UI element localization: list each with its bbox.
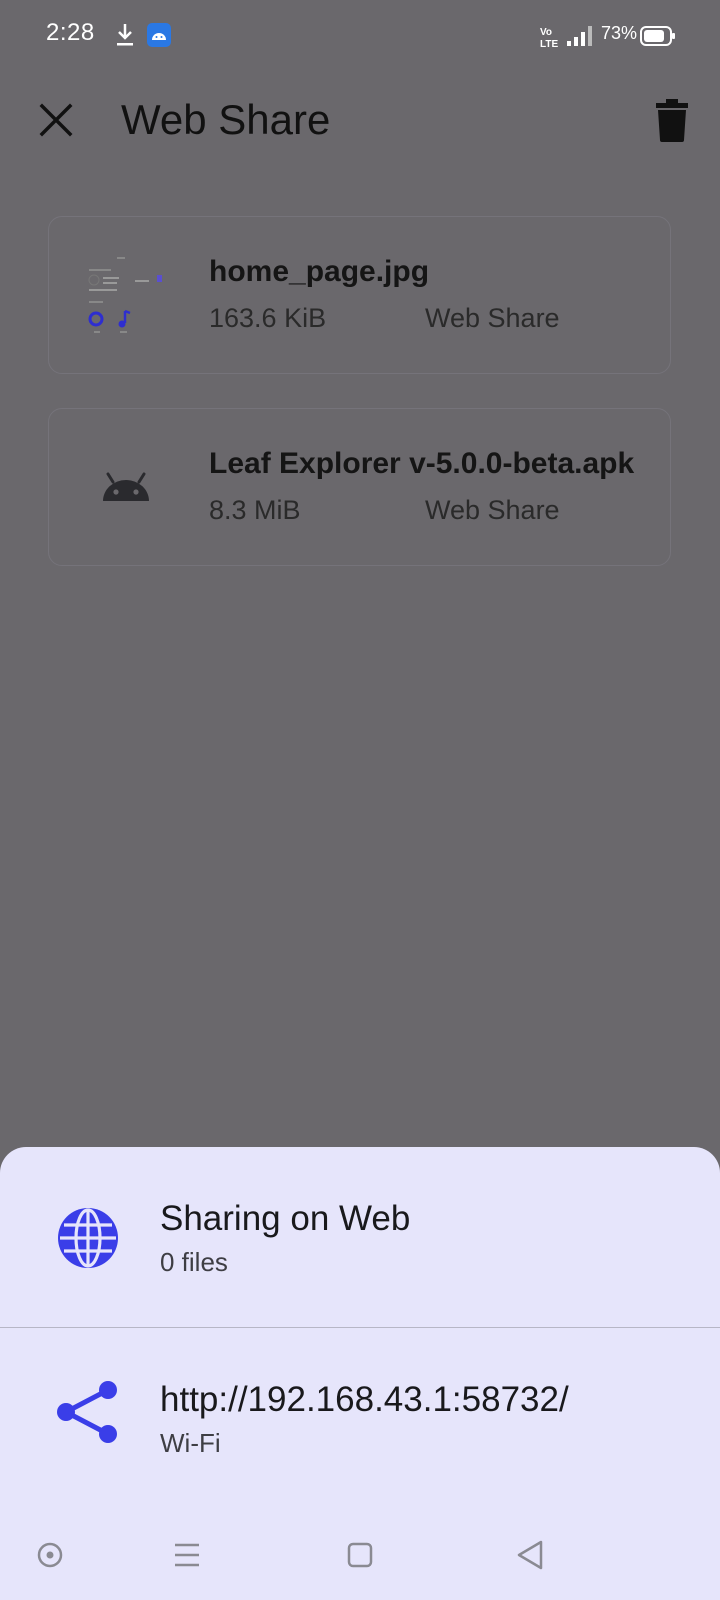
battery-icon (640, 26, 675, 46)
file-card[interactable]: Leaf Explorer v-5.0.0-beta.apk 8.3 MiB W… (48, 408, 671, 566)
sharing-title: Sharing on Web (160, 1199, 411, 1238)
download-icon (117, 24, 133, 46)
close-icon[interactable] (28, 92, 84, 148)
back-icon[interactable] (500, 1525, 560, 1585)
home-icon[interactable] (330, 1525, 390, 1585)
android-icon (103, 472, 149, 501)
menu-icon[interactable] (157, 1525, 217, 1585)
status-time: 2:28 (46, 19, 95, 46)
svg-text:Vo: Vo (540, 27, 552, 38)
svg-text:LTE: LTE (540, 39, 558, 50)
share-address-row[interactable]: http://192.168.43.1:58732/ Wi-Fi (0, 1328, 720, 1478)
system-navigation-bar (0, 1525, 720, 1585)
android-notification-icon (147, 23, 171, 47)
file-source: Web Share (425, 495, 560, 525)
status-bar: 2:28 Vo LTE 73% (0, 0, 720, 72)
globe-icon (58, 1208, 118, 1268)
share-icon (57, 1381, 117, 1443)
assistant-icon[interactable] (20, 1525, 80, 1585)
file-name: home_page.jpg (209, 255, 430, 288)
page-title: Web Share (121, 96, 331, 143)
sharing-status-row[interactable]: Sharing on Web 0 files (0, 1147, 720, 1297)
image-thumbnail (88, 257, 162, 333)
connection-type: Wi-Fi (160, 1428, 221, 1458)
file-card[interactable]: home_page.jpg 163.6 KiB Web Share (48, 216, 671, 374)
file-size: 8.3 MiB (209, 495, 301, 525)
top-app-bar: Web Share (0, 72, 720, 172)
sharing-file-count: 0 files (160, 1247, 228, 1277)
battery-percent: 73% (601, 23, 638, 43)
file-size: 163.6 KiB (209, 303, 327, 333)
volte-icon: Vo LTE (540, 27, 558, 50)
file-name: Leaf Explorer v-5.0.0-beta.apk (209, 447, 635, 480)
share-url: http://192.168.43.1:58732/ (160, 1380, 569, 1419)
trash-icon[interactable] (644, 92, 700, 148)
file-source: Web Share (425, 303, 560, 333)
signal-icon (567, 26, 592, 46)
